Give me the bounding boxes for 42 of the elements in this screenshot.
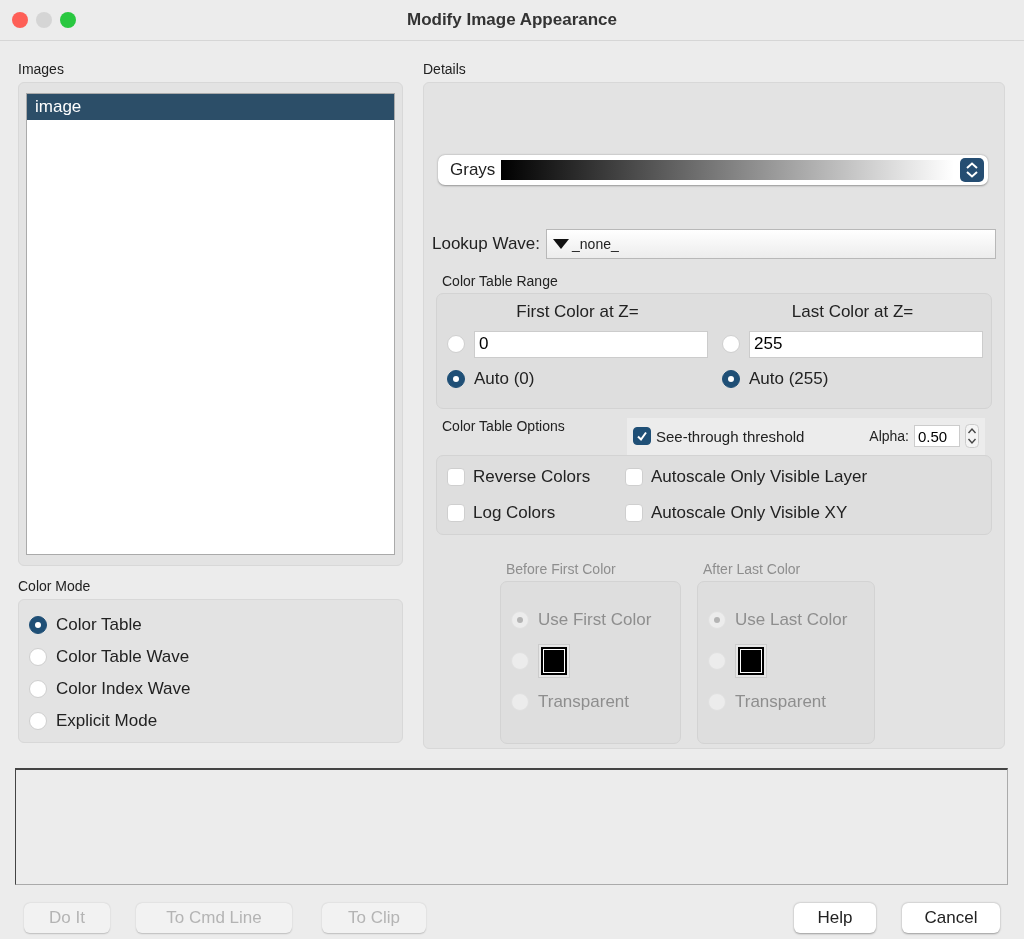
group-label: Images bbox=[18, 61, 64, 79]
field-label: Alpha: bbox=[869, 428, 909, 445]
triangle-icon bbox=[553, 238, 570, 249]
checkbox-label[interactable]: Reverse Colors bbox=[473, 464, 591, 489]
command-area[interactable] bbox=[15, 768, 1008, 885]
group-label: Color Mode bbox=[18, 578, 91, 596]
window-title: Modify Image Appearance bbox=[406, 10, 617, 30]
radio-button[interactable] bbox=[29, 616, 47, 634]
checkbox-label[interactable]: See-through threshold bbox=[656, 427, 805, 445]
checkbox-label[interactable]: Autoscale Only Visible XY bbox=[651, 500, 848, 525]
close-icon[interactable] bbox=[12, 12, 28, 28]
field-label: Lookup Wave: bbox=[432, 233, 541, 254]
checkbox[interactable] bbox=[633, 427, 651, 446]
zoom-icon[interactable] bbox=[60, 12, 76, 28]
radio-button[interactable] bbox=[722, 369, 740, 388]
stepper-icon[interactable] bbox=[965, 424, 979, 449]
column-heading: Last Color at Z= bbox=[791, 301, 914, 322]
image-list[interactable]: image bbox=[26, 93, 395, 555]
group-label: Color Table Range bbox=[442, 272, 558, 291]
radio-label[interactable]: Auto (0) bbox=[474, 366, 535, 391]
radio-label[interactable]: Color Table bbox=[56, 613, 142, 637]
stepper-icon bbox=[960, 157, 984, 182]
color-table-popup[interactable]: Grays bbox=[438, 154, 988, 185]
group-label: After Last Color bbox=[703, 560, 802, 579]
checkbox-label[interactable]: Log Colors bbox=[473, 500, 556, 525]
dialog-button[interactable]: Help bbox=[794, 903, 876, 933]
checkbox-label[interactable]: Autoscale Only Visible Layer bbox=[651, 464, 868, 489]
group-label: Before First Color bbox=[506, 560, 617, 579]
radio-label[interactable]: Auto (255) bbox=[749, 366, 829, 391]
group-label: Color Table Options bbox=[442, 417, 566, 436]
input-field[interactable]: 0 bbox=[474, 330, 708, 358]
list-item[interactable]: image bbox=[27, 94, 394, 120]
radio-label[interactable]: Color Table Wave bbox=[56, 645, 190, 669]
lookup-wave-dropdown[interactable]: _none_ bbox=[546, 228, 996, 259]
alpha-field[interactable]: 0.50 bbox=[914, 425, 960, 448]
radio-label[interactable]: Explicit Mode bbox=[56, 709, 158, 733]
group-label: Details bbox=[423, 61, 466, 79]
radio-button[interactable] bbox=[447, 369, 465, 388]
column-heading: First Color at Z= bbox=[516, 301, 639, 322]
radio-label[interactable]: Color Index Wave bbox=[56, 677, 191, 701]
dialog-button[interactable]: Cancel bbox=[902, 903, 1000, 933]
input-field[interactable]: 255 bbox=[749, 330, 983, 358]
